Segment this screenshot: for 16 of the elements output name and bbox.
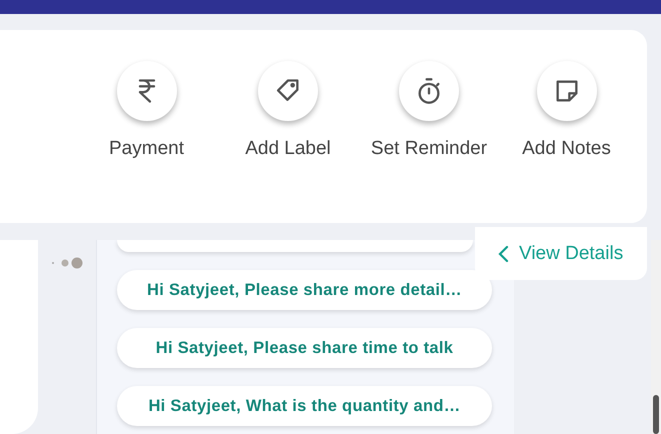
action-button[interactable] [116, 61, 176, 121]
scrollbar-thumb[interactable] [653, 395, 659, 434]
action-button[interactable] [536, 61, 596, 121]
suggestion-chip[interactable]: Hi Satyjeet, Please share more detail… [117, 270, 492, 310]
action-label: Add Label [245, 138, 331, 160]
view-details-button[interactable]: View Details [475, 227, 647, 280]
action-button[interactable] [399, 61, 459, 121]
action-label: Add Notes [522, 138, 611, 160]
scrollbar[interactable] [651, 240, 661, 434]
action-label: Set Reminder [370, 138, 488, 160]
chevron-left-icon [497, 244, 511, 262]
action-label: Payment [109, 138, 184, 160]
action-button[interactable] [258, 61, 318, 121]
suggestion-chip[interactable]: Hi Satyjeet, What is the quantity and… [117, 386, 492, 426]
suggestion-chip[interactable]: Hi Satyjeet, Please share time to talk [117, 328, 492, 368]
typing-dots-icon [51, 257, 83, 269]
